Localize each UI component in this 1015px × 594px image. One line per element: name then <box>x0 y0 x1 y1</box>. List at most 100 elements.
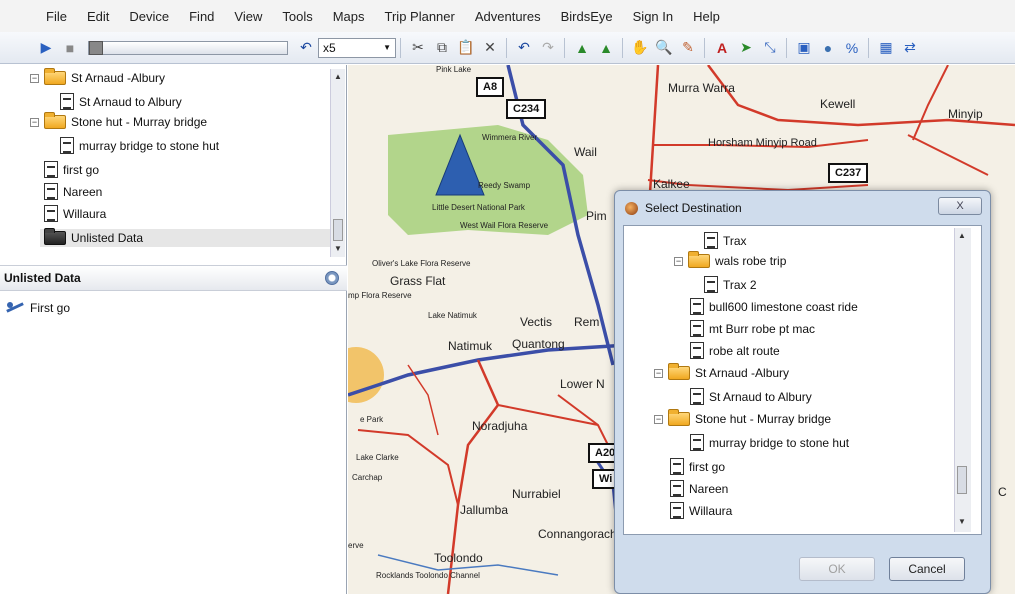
track-icon <box>6 302 24 314</box>
copy-icon[interactable]: ⧉ <box>431 37 453 59</box>
folder-icon <box>44 68 66 85</box>
map-label: Jallumba <box>460 503 509 517</box>
tree-route-willaura[interactable]: Willaura <box>44 205 106 222</box>
redo-icon[interactable]: ↷ <box>537 37 559 59</box>
tree-folder-unlisted-data[interactable]: Unlisted Data <box>40 228 330 247</box>
menu-tools[interactable]: Tools <box>272 9 322 24</box>
cancel-button[interactable]: Cancel <box>889 557 965 581</box>
stop-icon[interactable]: ■ <box>59 37 81 59</box>
cut-icon[interactable]: ✂ <box>407 37 429 59</box>
tree-item-label: Willaura <box>63 206 107 221</box>
map-grid-icon[interactable]: ▦ <box>875 37 897 59</box>
waypoint-icon[interactable]: A <box>711 37 733 59</box>
folder-icon <box>44 112 66 129</box>
route-document-icon <box>44 161 58 178</box>
dest-route-mt-burr[interactable]: mt Burr robe pt mac <box>690 320 815 337</box>
dest-route-robe-alt[interactable]: robe alt route <box>690 342 780 359</box>
paste-icon[interactable]: 📋 <box>455 37 477 59</box>
dest-route-willaura[interactable]: Willaura <box>670 502 732 519</box>
library-tree: − St Arnaud -Albury St Arnaud to Albury … <box>30 68 346 261</box>
tree-scrollbar[interactable]: ▲ ▼ <box>330 69 345 257</box>
route-document-icon <box>690 434 704 451</box>
percent-icon[interactable]: % <box>841 37 863 59</box>
slider-thumb[interactable] <box>89 40 103 55</box>
hand-icon[interactable]: ✋ <box>629 37 651 59</box>
collapse-icon[interactable]: − <box>674 256 683 266</box>
send-to-device-icon[interactable]: ▲ <box>595 37 617 59</box>
collapse-icon[interactable]: − <box>654 368 663 378</box>
menu-adventures[interactable]: Adventures <box>465 9 551 24</box>
menu-help[interactable]: Help <box>683 9 730 24</box>
tree-folder-stone-hut[interactable]: − Stone hut - Murray bridge <box>30 112 207 129</box>
dest-folder-wals-robe-trip[interactable]: − wals robe trip <box>674 251 786 268</box>
menu-device[interactable]: Device <box>119 9 179 24</box>
tree-item-label: robe alt route <box>709 343 780 358</box>
receive-from-device-icon[interactable]: ▲ <box>571 37 593 59</box>
menu-find[interactable]: Find <box>179 9 224 24</box>
route-document-icon <box>670 480 684 497</box>
menu-sign-in[interactable]: Sign In <box>623 9 683 24</box>
measure-icon[interactable]: ✎ <box>677 37 699 59</box>
dest-folder-stone-hut[interactable]: − Stone hut - Murray bridge <box>654 409 831 426</box>
zoom-icon[interactable]: 🔍 <box>653 37 675 59</box>
gear-icon[interactable] <box>325 271 339 285</box>
collapse-icon[interactable]: − <box>30 117 39 127</box>
section-title: Unlisted Data <box>4 271 81 285</box>
collapse-icon[interactable]: − <box>654 414 663 424</box>
dest-route-trax[interactable]: Trax <box>704 232 747 249</box>
tree-item-label: Willaura <box>689 503 733 518</box>
tree-folder-st-arnaud[interactable]: − St Arnaud -Albury <box>30 68 166 85</box>
menu-edit[interactable]: Edit <box>77 9 119 24</box>
tree-item-label: murray bridge to stone hut <box>709 435 850 450</box>
scroll-up-icon[interactable]: ▲ <box>956 230 968 242</box>
tree-route-murray-bridge[interactable]: murray bridge to stone hut <box>60 137 219 154</box>
close-button[interactable]: X <box>938 197 982 215</box>
ok-button[interactable]: OK <box>799 557 875 581</box>
play-icon[interactable]: ▶ <box>35 37 57 59</box>
menu-trip-planner[interactable]: Trip Planner <box>375 9 465 24</box>
globe-icon[interactable]: ● <box>817 37 839 59</box>
dialog-title-bar[interactable]: Select Destination <box>615 191 990 225</box>
dest-route-st-arnaud-albury[interactable]: St Arnaud to Albury <box>690 388 812 405</box>
select-area-icon[interactable]: ▣ <box>793 37 815 59</box>
undo-edit-icon[interactable]: ↶ <box>513 37 535 59</box>
menu-view[interactable]: View <box>224 9 272 24</box>
scroll-up-icon[interactable]: ▲ <box>332 71 344 83</box>
scroll-down-icon[interactable]: ▼ <box>956 516 968 528</box>
tree-item-label: first go <box>689 459 726 474</box>
route-tool-icon[interactable]: ➤ <box>735 37 757 59</box>
dest-folder-st-arnaud[interactable]: − St Arnaud -Albury <box>654 363 789 380</box>
tree-route-first-go[interactable]: first go <box>44 161 99 178</box>
tree-route-nareen[interactable]: Nareen <box>44 183 102 200</box>
tree-item-label: St Arnaud to Albury <box>709 389 812 404</box>
dialog-scrollbar[interactable]: ▲ ▼ <box>954 228 971 532</box>
scroll-thumb[interactable] <box>957 466 967 494</box>
transfer-icon[interactable]: ⇄ <box>899 37 921 59</box>
dest-route-murray-bridge[interactable]: murray bridge to stone hut <box>690 434 849 451</box>
menu-maps[interactable]: Maps <box>323 9 375 24</box>
route-document-icon <box>60 93 74 110</box>
tree-item-label: Trax <box>723 233 747 248</box>
dest-route-trax-2[interactable]: Trax 2 <box>704 276 757 293</box>
menu-file[interactable]: File <box>36 9 77 24</box>
speed-select[interactable]: x5 ▼ <box>318 37 396 58</box>
tree-route-st-arnaud-albury[interactable]: St Arnaud to Albury <box>60 93 182 110</box>
list-item-first-go[interactable]: First go <box>6 301 70 315</box>
collapse-icon[interactable]: − <box>30 73 39 83</box>
scroll-thumb[interactable] <box>333 219 343 241</box>
delete-icon[interactable]: ✕ <box>479 37 501 59</box>
dest-route-bull600[interactable]: bull600 limestone coast ride <box>690 298 858 315</box>
menu-birdseye[interactable]: BirdsEye <box>551 9 623 24</box>
toolbar-divider <box>564 37 566 58</box>
dest-route-nareen[interactable]: Nareen <box>670 480 728 497</box>
scroll-down-icon[interactable]: ▼ <box>332 243 344 255</box>
playback-slider[interactable] <box>88 40 288 55</box>
tree-item-label: St Arnaud -Albury <box>71 71 166 85</box>
map-label: Vectis <box>520 315 553 329</box>
tree-item-label: St Arnaud to Albury <box>79 94 182 109</box>
track-tool-icon[interactable]: ⤡ <box>759 37 781 59</box>
map-label: C <box>998 485 1007 499</box>
map-label: Noradjuha <box>472 419 528 433</box>
undo-icon[interactable]: ↶ <box>295 37 317 59</box>
dest-route-first-go[interactable]: first go <box>670 458 725 475</box>
